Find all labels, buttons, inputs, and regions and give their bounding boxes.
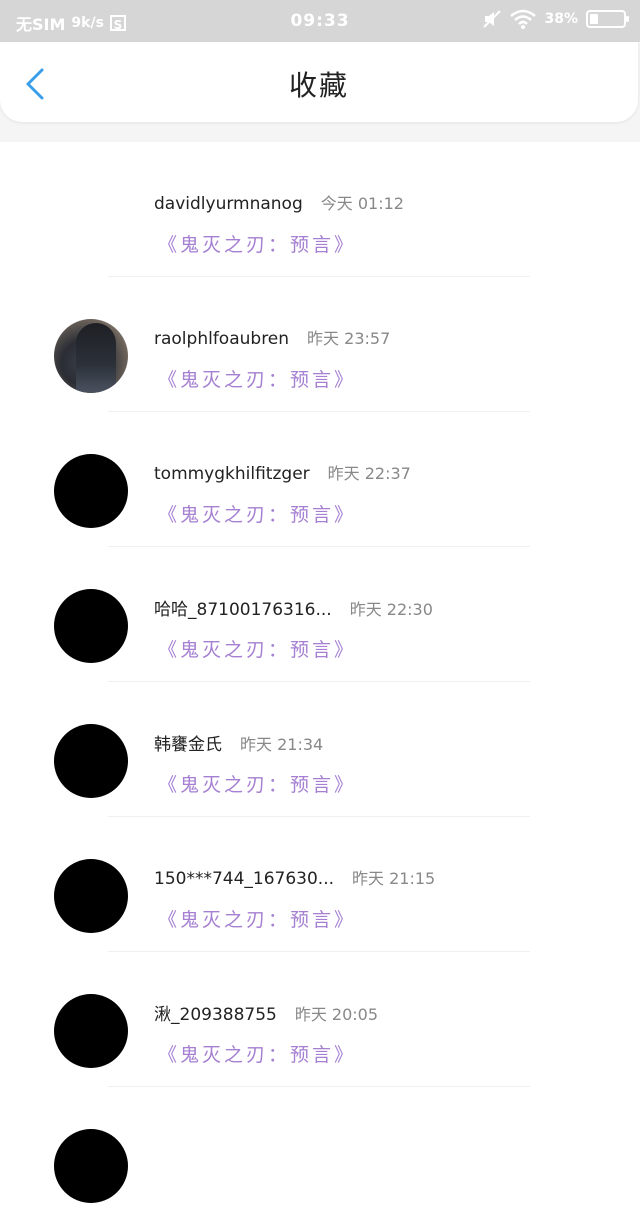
battery-icon bbox=[586, 10, 629, 28]
favorite-time: 昨天 22:37 bbox=[327, 464, 411, 483]
favorite-time: 昨天 22:30 bbox=[349, 600, 433, 619]
work-title-link[interactable]: 《鬼灭之刃：预言》 bbox=[158, 500, 356, 527]
list-item[interactable]: 150***744_167630... 昨天 21:15 《鬼灭之刃：预言》 bbox=[0, 817, 640, 952]
favorite-time: 昨天 20:05 bbox=[294, 1005, 379, 1024]
avatar[interactable] bbox=[54, 589, 128, 663]
favorite-time: 昨天 21:15 bbox=[352, 869, 436, 888]
username-line: raolphlfoaubren 昨天 23:57 bbox=[154, 325, 390, 349]
username[interactable]: 哈哈_87100176316... bbox=[154, 600, 332, 620]
avatar[interactable] bbox=[54, 724, 128, 798]
username-line: 湫_209388755 昨天 20:05 bbox=[154, 1000, 378, 1025]
nav-bar: 收藏 bbox=[0, 42, 638, 122]
battery-percent: 38% bbox=[544, 11, 578, 27]
username[interactable]: raolphlfoaubren bbox=[154, 329, 289, 349]
work-title-link[interactable]: 《鬼灭之刃：预言》 bbox=[158, 230, 356, 257]
username[interactable]: tommygkhilfitzger bbox=[154, 464, 310, 484]
work-title-link[interactable]: 《鬼灭之刃：预言》 bbox=[158, 905, 356, 932]
wifi-icon bbox=[510, 9, 537, 29]
avatar[interactable] bbox=[54, 319, 128, 393]
mute-icon bbox=[483, 10, 502, 28]
favorite-time: 今天 01:12 bbox=[320, 194, 404, 213]
username[interactable]: 湫_209388755 bbox=[154, 1005, 277, 1025]
list-item[interactable]: raolphlfoaubren 昨天 23:57 《鬼灭之刃：预言》 bbox=[0, 277, 640, 412]
username[interactable]: davidlyurmnanog bbox=[154, 194, 303, 214]
avatar[interactable] bbox=[54, 859, 128, 933]
favorites-list: davidlyurmnanog 今天 01:12 《鬼灭之刃：预言》 raolph… bbox=[0, 142, 640, 1222]
avatar[interactable] bbox=[54, 184, 128, 258]
username-line: 哈哈_87100176316... 昨天 22:30 bbox=[154, 595, 433, 620]
username[interactable]: 韩饔金氏 bbox=[154, 735, 222, 755]
status-bar: 无SIM 9k/s S 09:33 38% bbox=[0, 0, 640, 42]
favorite-time: 昨天 23:57 bbox=[307, 329, 391, 348]
avatar[interactable] bbox=[54, 1129, 128, 1203]
avatar[interactable] bbox=[54, 454, 128, 528]
list-item[interactable]: davidlyurmnanog 今天 01:12 《鬼灭之刃：预言》 bbox=[0, 142, 640, 277]
list-item[interactable]: 哈哈_87100176316... 昨天 22:30 《鬼灭之刃：预言》 bbox=[0, 547, 640, 682]
status-right: 38% bbox=[482, 9, 629, 29]
username-line bbox=[154, 1135, 172, 1155]
page-title: 收藏 bbox=[288, 69, 349, 102]
favorite-time: 昨天 21:34 bbox=[240, 735, 324, 754]
list-item[interactable]: tommygkhilfitzger 昨天 22:37 《鬼灭之刃：预言》 bbox=[0, 412, 640, 547]
list-item[interactable] bbox=[0, 1087, 640, 1222]
work-title-link[interactable]: 《鬼灭之刃：预言》 bbox=[158, 1040, 356, 1067]
work-title-link[interactable]: 《鬼灭之刃：预言》 bbox=[158, 365, 356, 392]
work-title-link[interactable]: 《鬼灭之刃：预言》 bbox=[158, 770, 356, 797]
list-item[interactable]: 韩饔金氏 昨天 21:34 《鬼灭之刃：预言》 bbox=[0, 682, 640, 817]
list-item[interactable]: 湫_209388755 昨天 20:05 《鬼灭之刃：预言》 bbox=[0, 952, 640, 1087]
username[interactable]: 150***744_167630... bbox=[154, 869, 334, 889]
username-line: 韩饔金氏 昨天 21:34 bbox=[154, 730, 323, 755]
avatar[interactable] bbox=[54, 994, 128, 1068]
username-line: davidlyurmnanog 今天 01:12 bbox=[154, 190, 404, 214]
username-line: tommygkhilfitzger 昨天 22:37 bbox=[154, 460, 411, 484]
work-title-link[interactable]: 《鬼灭之刃：预言》 bbox=[158, 635, 356, 662]
username-line: 150***744_167630... 昨天 21:15 bbox=[154, 865, 435, 889]
